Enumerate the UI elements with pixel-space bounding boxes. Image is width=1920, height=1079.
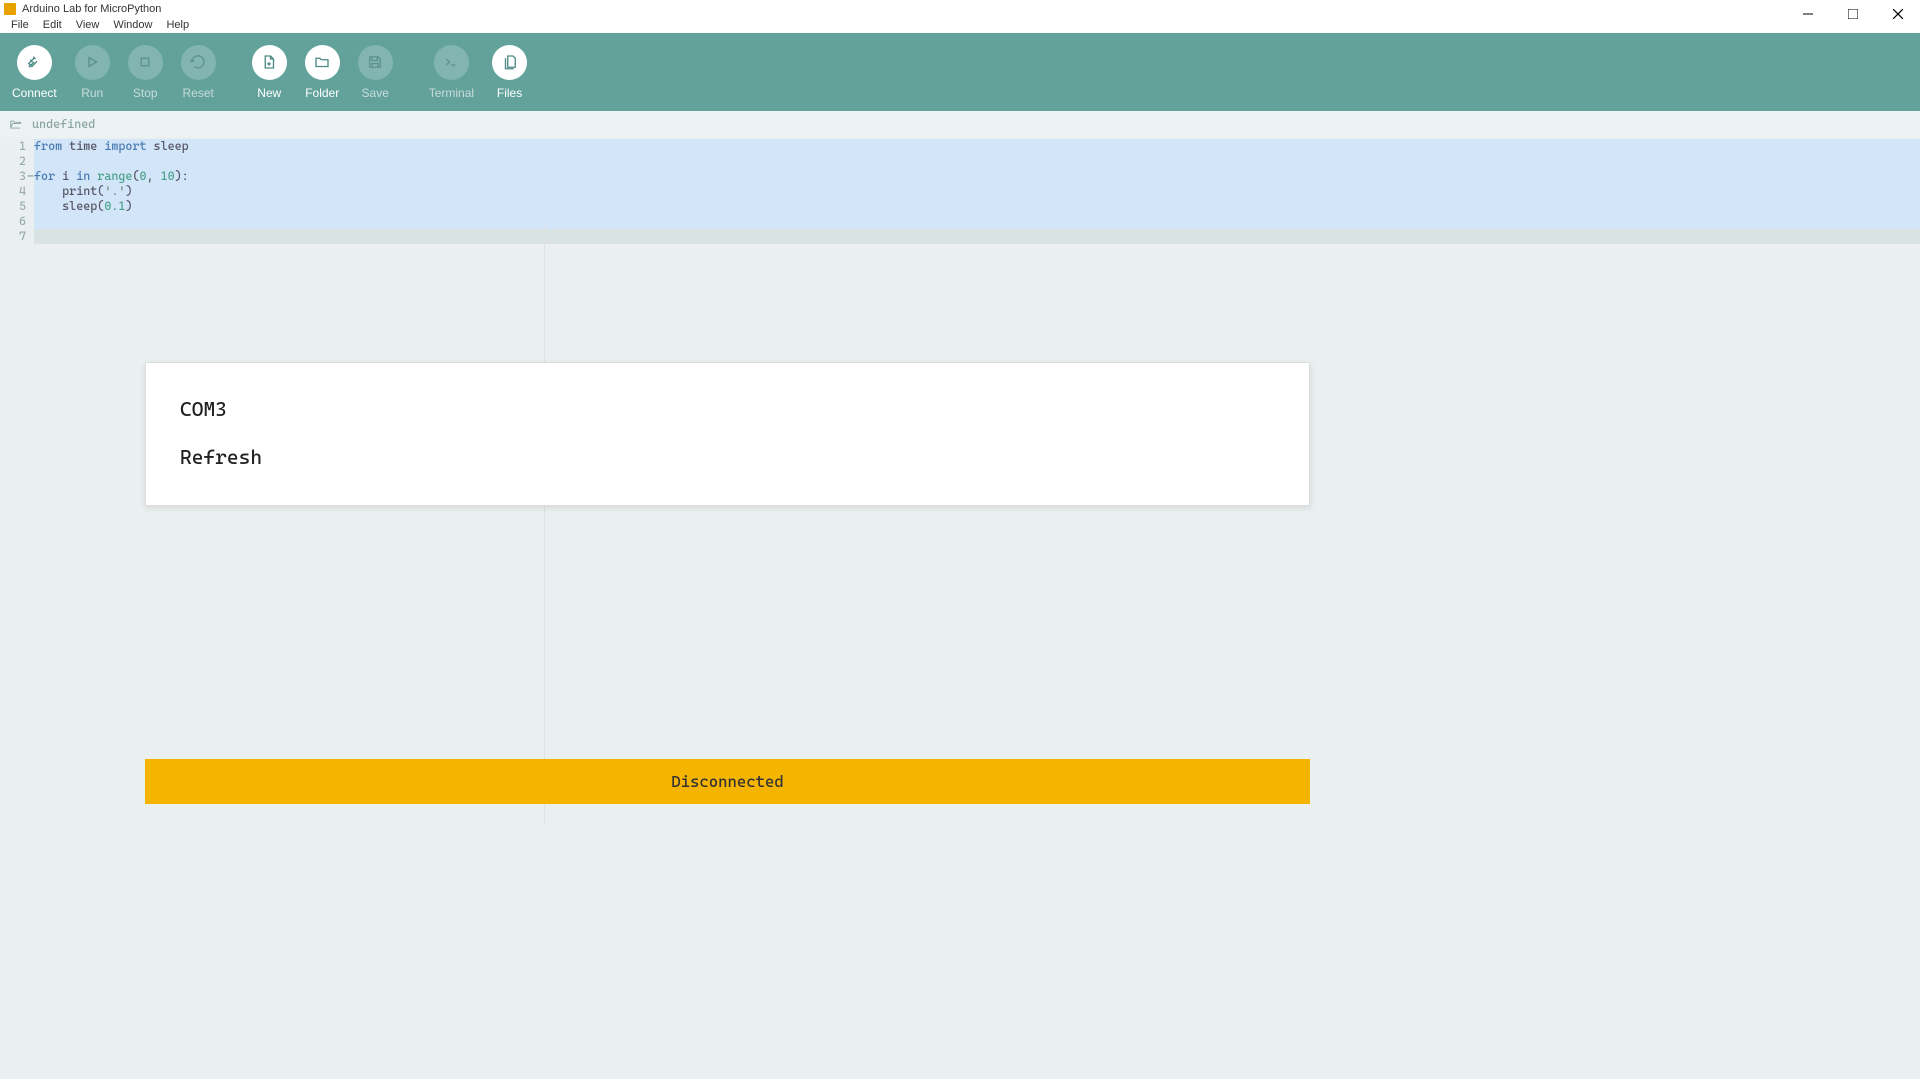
connect-button[interactable]: Connect bbox=[12, 45, 57, 100]
reload-icon bbox=[181, 45, 216, 80]
line-number: 2 bbox=[0, 154, 26, 169]
current-file: undefined bbox=[32, 117, 95, 131]
minimize-button[interactable] bbox=[1785, 0, 1830, 28]
code-line: print('.') bbox=[34, 184, 1920, 199]
plug-icon bbox=[17, 45, 52, 80]
files-label: Files bbox=[497, 86, 522, 100]
connect-label: Connect bbox=[12, 86, 57, 100]
port-dialog: COM3 Refresh bbox=[145, 362, 1310, 506]
menubar: File Edit View Window Help bbox=[0, 17, 1920, 33]
save-label: Save bbox=[362, 86, 389, 100]
menu-window[interactable]: Window bbox=[106, 19, 159, 31]
code-line bbox=[34, 214, 1920, 229]
close-button[interactable] bbox=[1875, 0, 1920, 28]
gutter: 1 2 3 4 5 6 7 bbox=[0, 137, 32, 1079]
maximize-button[interactable] bbox=[1830, 0, 1875, 28]
stop-button[interactable]: Stop bbox=[128, 45, 163, 100]
newfile-icon bbox=[252, 45, 287, 80]
folder-open-icon bbox=[8, 117, 24, 131]
play-icon bbox=[75, 45, 110, 80]
line-number: 7 bbox=[0, 229, 26, 244]
line-number: 4 bbox=[0, 184, 26, 199]
files-icon bbox=[492, 45, 527, 80]
run-button[interactable]: Run bbox=[75, 45, 110, 100]
reset-label: Reset bbox=[183, 86, 214, 100]
titlebar: Arduino Lab for MicroPython bbox=[0, 0, 1920, 17]
run-label: Run bbox=[81, 86, 103, 100]
line-number: 6 bbox=[0, 214, 26, 229]
window-title: Arduino Lab for MicroPython bbox=[22, 3, 161, 15]
code-line: for i in range(0, 10): bbox=[34, 169, 1920, 184]
new-button[interactable]: New bbox=[252, 45, 287, 100]
editor[interactable]: 1 2 3 4 5 6 7 from time import sleep for… bbox=[0, 137, 1920, 1079]
pathbar: undefined bbox=[0, 111, 1920, 137]
refresh-option[interactable]: Refresh bbox=[180, 439, 1275, 475]
terminal-label: Terminal bbox=[429, 86, 474, 100]
new-label: New bbox=[257, 86, 281, 100]
code-line: from time import sleep bbox=[34, 139, 1920, 154]
stop-icon bbox=[128, 45, 163, 80]
code-line: sleep(0.1) bbox=[34, 199, 1920, 214]
menu-help[interactable]: Help bbox=[159, 19, 196, 31]
app-icon bbox=[4, 3, 16, 15]
reset-button[interactable]: Reset bbox=[181, 45, 216, 100]
folder-icon bbox=[305, 45, 340, 80]
stop-label: Stop bbox=[133, 86, 158, 100]
line-number: 1 bbox=[0, 139, 26, 154]
files-button[interactable]: Files bbox=[492, 45, 527, 100]
menu-view[interactable]: View bbox=[69, 19, 107, 31]
folder-button[interactable]: Folder bbox=[305, 45, 340, 100]
terminal-button[interactable]: Terminal bbox=[429, 45, 474, 100]
status-text: Disconnected bbox=[671, 772, 784, 791]
line-number: 3 bbox=[0, 169, 26, 184]
menu-edit[interactable]: Edit bbox=[36, 19, 69, 31]
folder-label: Folder bbox=[305, 86, 339, 100]
save-icon bbox=[358, 45, 393, 80]
toolbar: Connect Run Stop Reset New bbox=[0, 33, 1920, 111]
line-number: 5 bbox=[0, 199, 26, 214]
code-line bbox=[34, 229, 1920, 244]
menu-file[interactable]: File bbox=[4, 19, 36, 31]
terminal-icon bbox=[434, 45, 469, 80]
status-banner: Disconnected bbox=[145, 759, 1310, 804]
port-option-com3[interactable]: COM3 bbox=[180, 391, 1275, 427]
save-button[interactable]: Save bbox=[358, 45, 393, 100]
panel-divider[interactable] bbox=[544, 225, 545, 825]
code-area[interactable]: from time import sleep for i in range(0,… bbox=[32, 137, 1920, 1079]
code-line bbox=[34, 154, 1920, 169]
